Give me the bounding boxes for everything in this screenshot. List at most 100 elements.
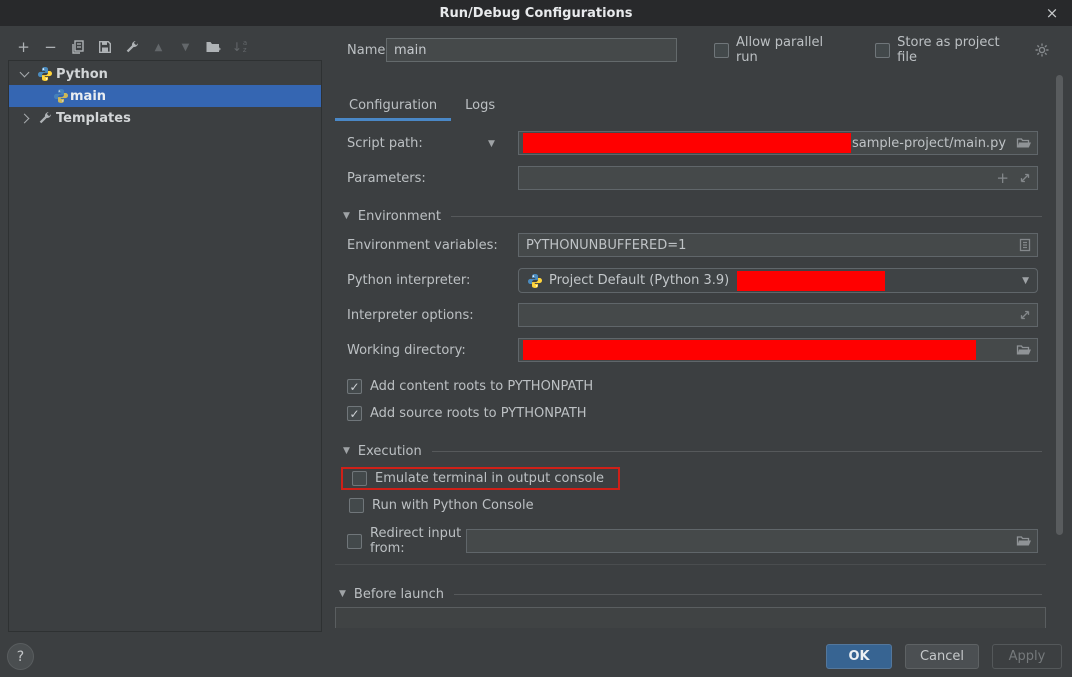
environment-section-header[interactable]: ▼ Environment (335, 207, 1046, 225)
section-divider (454, 594, 1042, 595)
arrow-down-icon: ▼ (182, 42, 190, 53)
tree-item-main[interactable]: main (9, 85, 321, 107)
name-label: Name: (335, 43, 386, 58)
browse-folder-button[interactable] (1016, 342, 1033, 358)
chevron-right-icon[interactable] (20, 113, 30, 123)
python-interpreter-label: Python interpreter: (347, 273, 470, 288)
copy-configuration-button[interactable] (64, 36, 91, 58)
apply-button[interactable]: Apply (992, 644, 1062, 669)
redaction-block (523, 340, 976, 360)
store-as-project-file-checkbox[interactable] (875, 43, 890, 58)
ok-button[interactable]: OK (826, 644, 892, 669)
allow-parallel-run-label: Allow parallel run (736, 35, 847, 65)
execution-section-header[interactable]: ▼ Execution (335, 442, 1046, 460)
redirect-input-input[interactable] (466, 529, 1038, 553)
add-content-roots-option[interactable]: ✓ Add content roots to PYTHONPATH (335, 379, 1046, 394)
store-as-project-file-option[interactable]: Store as project file (875, 35, 1050, 65)
redaction-block (523, 133, 851, 153)
save-configuration-button[interactable] (91, 36, 118, 58)
add-content-roots-label: Add content roots to PYTHONPATH (370, 379, 593, 394)
python-icon (527, 273, 543, 289)
gear-icon[interactable] (1034, 42, 1050, 58)
create-folder-button[interactable] (199, 36, 226, 58)
allow-parallel-run-option[interactable]: Allow parallel run (714, 35, 847, 65)
close-icon[interactable]: × (1042, 0, 1062, 26)
browse-folder-button[interactable] (1016, 533, 1033, 549)
add-configuration-button[interactable]: + (10, 36, 37, 58)
name-row: Name: Allow parallel run Store as projec… (335, 38, 1050, 62)
before-launch-section-header[interactable]: ▼ Before launch (335, 585, 1046, 603)
script-path-row: Script path: ▼ sample-project/main.py (335, 131, 1046, 155)
script-path-input[interactable]: sample-project/main.py (518, 131, 1038, 155)
folder-icon (1016, 533, 1033, 549)
emulate-terminal-checkbox[interactable] (352, 471, 367, 486)
python-interpreter-select[interactable]: Project Default (Python 3.9) ▼ (518, 268, 1038, 293)
script-path-label: Script path: (347, 136, 423, 151)
parameters-label: Parameters: (347, 171, 426, 186)
redirect-input-label: Redirect input from: (370, 526, 466, 556)
wrench-icon (124, 39, 140, 55)
minus-icon: − (44, 38, 57, 56)
add-source-roots-checkbox[interactable]: ✓ (347, 406, 362, 421)
add-source-roots-option[interactable]: ✓ Add source roots to PYTHONPATH (335, 406, 1046, 421)
help-button[interactable]: ? (7, 643, 34, 670)
allow-parallel-run-checkbox[interactable] (714, 43, 729, 58)
chevron-down-icon: ▼ (1022, 276, 1029, 286)
tab-configuration[interactable]: Configuration (335, 98, 451, 121)
working-directory-row: Working directory: (335, 338, 1046, 362)
folder-icon (1016, 342, 1033, 358)
move-up-button[interactable]: ▲ (145, 36, 172, 58)
chevron-down-icon[interactable] (20, 68, 30, 78)
sort-configurations-button[interactable]: ↓ az (226, 36, 253, 58)
interpreter-options-input[interactable] (518, 303, 1038, 327)
interpreter-options-row: Interpreter options: (335, 303, 1046, 327)
tree-item-label: Templates (56, 111, 131, 126)
configurations-tree: Python main Templates (8, 60, 322, 632)
run-with-python-console-label: Run with Python Console (372, 498, 534, 513)
expand-field-icon[interactable] (1017, 307, 1033, 323)
configuration-form: Script path: ▼ sample-project/main.py Pa… (335, 122, 1046, 628)
run-with-python-console-option[interactable]: Run with Python Console (335, 498, 1046, 513)
python-icon (53, 88, 69, 104)
edit-environment-variables-button[interactable] (1017, 237, 1033, 253)
section-divider (451, 216, 1042, 217)
parameters-input[interactable]: + (518, 166, 1038, 190)
working-directory-label: Working directory: (347, 343, 466, 358)
redirect-input-checkbox[interactable] (347, 534, 362, 549)
python-interpreter-row: Python interpreter: Project Default (Pyt… (335, 268, 1046, 293)
working-directory-input[interactable] (518, 338, 1038, 362)
environment-variables-value: PYTHONUNBUFFERED=1 (523, 238, 686, 253)
insert-macro-icon[interactable]: + (996, 169, 1009, 187)
tree-item-templates[interactable]: Templates (9, 107, 321, 129)
add-source-roots-label: Add source roots to PYTHONPATH (370, 406, 587, 421)
vertical-scrollbar-thumb[interactable] (1056, 75, 1063, 535)
move-down-button[interactable]: ▼ (172, 36, 199, 58)
tree-item-label: main (70, 89, 106, 104)
tab-logs[interactable]: Logs (451, 98, 509, 121)
emulate-terminal-option-highlighted[interactable]: Emulate terminal in output console (341, 467, 620, 490)
plus-icon: + (17, 38, 30, 56)
section-collapse-icon[interactable]: ▼ (343, 211, 350, 221)
browse-folder-button[interactable] (1016, 135, 1033, 151)
form-bottom-divider (335, 564, 1046, 565)
configurations-toolbar: + − ▲ ▼ ↓ az (10, 36, 253, 58)
expand-field-icon[interactable] (1017, 170, 1033, 186)
dialog-title-bar: Run/Debug Configurations × (0, 0, 1072, 26)
name-input[interactable] (386, 38, 677, 62)
save-icon (97, 39, 113, 55)
dialog-buttons: OK Cancel Apply (826, 644, 1062, 669)
cancel-button[interactable]: Cancel (905, 644, 979, 669)
section-collapse-icon[interactable]: ▼ (343, 446, 350, 456)
edit-templates-button[interactable] (118, 36, 145, 58)
remove-configuration-button[interactable]: − (37, 36, 64, 58)
environment-variables-label: Environment variables: (347, 238, 498, 253)
question-mark-icon: ? (17, 649, 24, 665)
section-collapse-icon[interactable]: ▼ (339, 589, 346, 599)
before-launch-task-list[interactable] (335, 607, 1046, 628)
run-with-python-console-checkbox[interactable] (349, 498, 364, 513)
add-content-roots-checkbox[interactable]: ✓ (347, 379, 362, 394)
environment-variables-input[interactable]: PYTHONUNBUFFERED=1 (518, 233, 1038, 257)
tab-bar: Configuration Logs (335, 90, 509, 121)
tree-item-python-group[interactable]: Python (9, 63, 321, 85)
script-path-type-dropdown-icon[interactable]: ▼ (488, 139, 495, 149)
